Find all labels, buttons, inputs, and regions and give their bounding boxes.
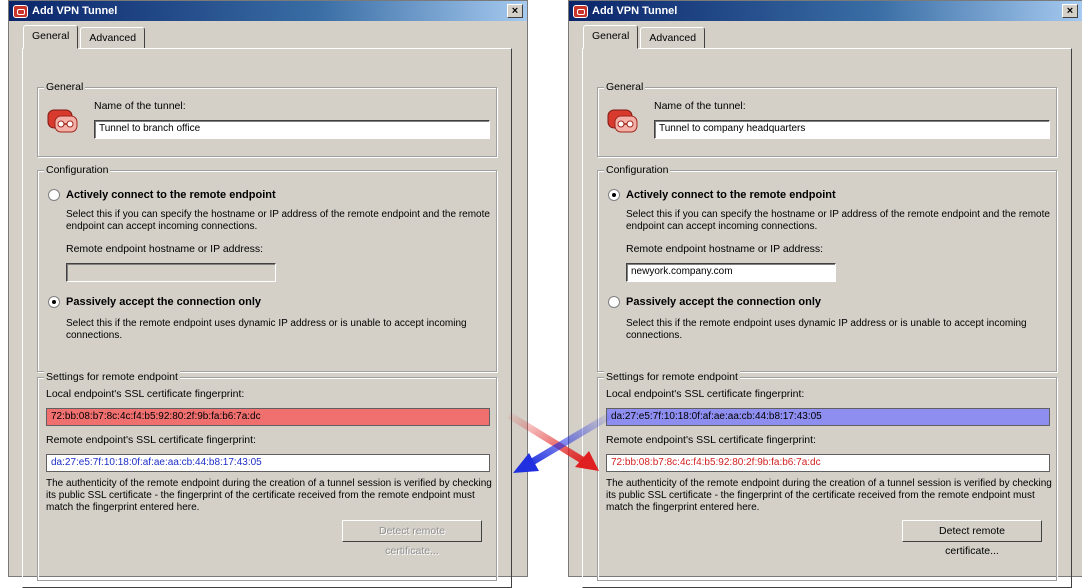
right-tab-strip: General Advanced bbox=[583, 25, 707, 49]
vpn-tunnel-icon bbox=[607, 109, 638, 133]
active-connect-description: Select this if you can specify the hostn… bbox=[66, 209, 490, 232]
local-fingerprint-field[interactable]: da:27:e5:7f:10:18:0f:af:ae:aa:cb:44:b8:1… bbox=[606, 408, 1050, 426]
passive-accept-radio-row[interactable]: Passively accept the connection only bbox=[48, 296, 261, 308]
general-group: General Name of the tunnel: Tunnel to br… bbox=[37, 81, 497, 157]
remote-settings-group: Settings for remote endpoint Local endpo… bbox=[37, 371, 497, 581]
authenticity-info-text: The authenticity of the remote endpoint … bbox=[606, 478, 1052, 513]
passive-accept-radio-row[interactable]: Passively accept the connection only bbox=[608, 296, 821, 308]
active-connect-label: Actively connect to the remote endpoint bbox=[66, 189, 276, 201]
tunnel-name-input[interactable]: Tunnel to company headquarters bbox=[654, 120, 1050, 139]
remote-settings-group-title: Settings for remote endpoint bbox=[44, 371, 180, 383]
fingerprint-swap-arrows bbox=[507, 411, 613, 473]
active-connect-radio-row[interactable]: Actively connect to the remote endpoint bbox=[48, 189, 276, 201]
passive-accept-description: Select this if the remote endpoint uses … bbox=[626, 318, 1027, 341]
remote-host-label: Remote endpoint hostname or IP address: bbox=[626, 243, 824, 255]
remote-host-label: Remote endpoint hostname or IP address: bbox=[66, 243, 264, 255]
tunnel-name-label: Name of the tunnel: bbox=[94, 100, 186, 112]
left-window-title: Add VPN Tunnel bbox=[32, 5, 118, 17]
tab-general[interactable]: General bbox=[583, 25, 639, 49]
tab-general[interactable]: General bbox=[23, 25, 79, 49]
vpn-tunnel-icon bbox=[47, 109, 78, 133]
general-group-title: General bbox=[44, 81, 86, 93]
general-group-title: General bbox=[604, 81, 646, 93]
right-window-title: Add VPN Tunnel bbox=[592, 5, 678, 17]
tab-advanced[interactable]: Advanced bbox=[640, 27, 706, 49]
remote-fingerprint-label: Remote endpoint's SSL certificate finger… bbox=[606, 434, 816, 446]
tunnel-name-label: Name of the tunnel: bbox=[654, 100, 746, 112]
right-tab-pane-general: General Name of the tunnel: Tunnel to co… bbox=[582, 48, 1072, 588]
passive-accept-description: Select this if the remote endpoint uses … bbox=[66, 318, 467, 341]
active-connect-radio[interactable] bbox=[48, 189, 60, 201]
close-button[interactable]: × bbox=[1062, 4, 1078, 18]
active-connect-radio[interactable] bbox=[608, 189, 620, 201]
left-tab-pane-general: General Name of the tunnel: Tunnel to br… bbox=[22, 48, 512, 588]
remote-settings-group-title: Settings for remote endpoint bbox=[604, 371, 740, 383]
left-tab-strip: General Advanced bbox=[23, 25, 147, 49]
detect-remote-certificate-button[interactable]: Detect remote certificate... bbox=[342, 520, 482, 557]
local-fingerprint-label: Local endpoint's SSL certificate fingerp… bbox=[46, 388, 245, 400]
left-title-bar[interactable]: Add VPN Tunnel × bbox=[9, 1, 527, 21]
passive-accept-radio[interactable] bbox=[608, 296, 620, 308]
remote-host-input bbox=[66, 263, 276, 282]
right-title-bar[interactable]: Add VPN Tunnel × bbox=[569, 1, 1082, 21]
configuration-group-title: Configuration bbox=[604, 164, 671, 176]
right-dialog-window: Add VPN Tunnel × General Advanced Genera… bbox=[568, 0, 1082, 588]
passive-accept-label: Passively accept the connection only bbox=[626, 296, 822, 308]
left-dialog-window: Add VPN Tunnel × General Advanced Genera… bbox=[8, 0, 528, 588]
active-connect-description: Select this if you can specify the hostn… bbox=[626, 209, 1050, 232]
remote-fingerprint-label: Remote endpoint's SSL certificate finger… bbox=[46, 434, 256, 446]
passive-accept-radio[interactable] bbox=[48, 296, 60, 308]
authenticity-info-text: The authenticity of the remote endpoint … bbox=[46, 478, 492, 513]
general-group: General Name of the tunnel: Tunnel to co… bbox=[597, 81, 1057, 157]
local-fingerprint-label: Local endpoint's SSL certificate fingerp… bbox=[606, 388, 805, 400]
remote-settings-group: Settings for remote endpoint Local endpo… bbox=[597, 371, 1057, 581]
remote-host-input[interactable]: newyork.company.com bbox=[626, 263, 836, 282]
local-fingerprint-field[interactable]: 72:bb:08:b7:8c:4c:f4:b5:92:80:2f:9b:fa:b… bbox=[46, 408, 490, 426]
tunnel-name-input[interactable]: Tunnel to branch office bbox=[94, 120, 490, 139]
active-connect-label: Actively connect to the remote endpoint bbox=[626, 189, 836, 201]
tab-advanced[interactable]: Advanced bbox=[80, 27, 146, 49]
close-button[interactable]: × bbox=[507, 4, 523, 18]
vpn-app-icon bbox=[13, 4, 28, 18]
configuration-group-title: Configuration bbox=[44, 164, 111, 176]
detect-remote-certificate-button[interactable]: Detect remote certificate... bbox=[902, 520, 1042, 557]
vpn-app-icon bbox=[573, 4, 588, 18]
remote-fingerprint-input[interactable]: 72:bb:08:b7:8c:4c:f4:b5:92:80:2f:9b:fa:b… bbox=[606, 454, 1050, 472]
active-connect-radio-row[interactable]: Actively connect to the remote endpoint bbox=[608, 189, 836, 201]
configuration-group: Configuration Actively connect to the re… bbox=[37, 164, 497, 372]
remote-fingerprint-input[interactable]: da:27:e5:7f:10:18:0f:af:ae:aa:cb:44:b8:1… bbox=[46, 454, 490, 472]
passive-accept-label: Passively accept the connection only bbox=[66, 296, 262, 308]
configuration-group: Configuration Actively connect to the re… bbox=[597, 164, 1057, 372]
